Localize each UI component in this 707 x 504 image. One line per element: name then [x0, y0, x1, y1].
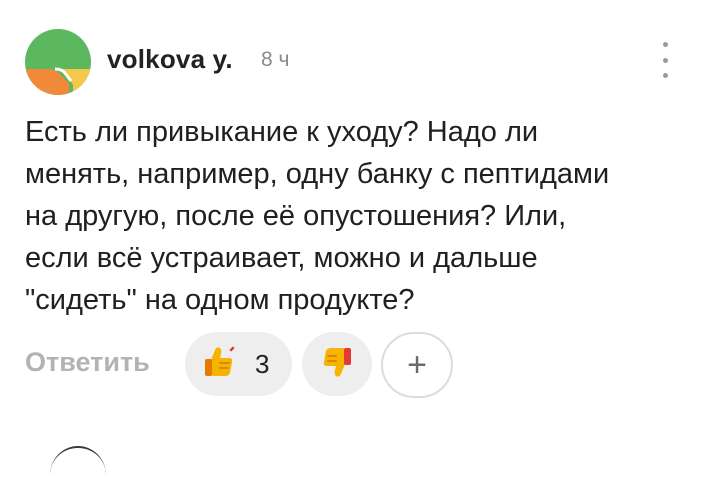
like-reaction-button[interactable]: 3: [185, 332, 292, 396]
comment-text-line: менять, например, одну банку с пептидами: [25, 158, 610, 190]
avatar-logo: [25, 29, 91, 95]
plus-icon: +: [407, 346, 427, 384]
comment-text-line: если всё устраивает, можно и дальше: [25, 242, 538, 274]
comment-text-line: на другую, после её опустошения? Или,: [25, 200, 567, 232]
add-reaction-button[interactable]: +: [381, 332, 453, 398]
comment-text-line: "сидеть" на одном продукте?: [25, 284, 415, 316]
thumbs-up-icon: [201, 344, 237, 385]
comment-text-line: Есть ли привыкание к уходу? Надо ли: [25, 116, 539, 148]
next-comment-avatar: [50, 446, 106, 504]
comment-text: Есть ли привыкание к уходу? Надо ли меня…: [25, 111, 690, 321]
comment-time: 8 ч: [261, 48, 290, 71]
comment-author[interactable]: volkova y.: [107, 44, 233, 75]
reply-button[interactable]: Ответить: [25, 347, 150, 378]
thumbs-down-icon: [319, 344, 355, 385]
more-vertical-icon[interactable]: [652, 42, 678, 78]
dislike-reaction-button[interactable]: [302, 332, 372, 396]
like-count: 3: [255, 348, 270, 379]
avatar[interactable]: [25, 29, 91, 95]
